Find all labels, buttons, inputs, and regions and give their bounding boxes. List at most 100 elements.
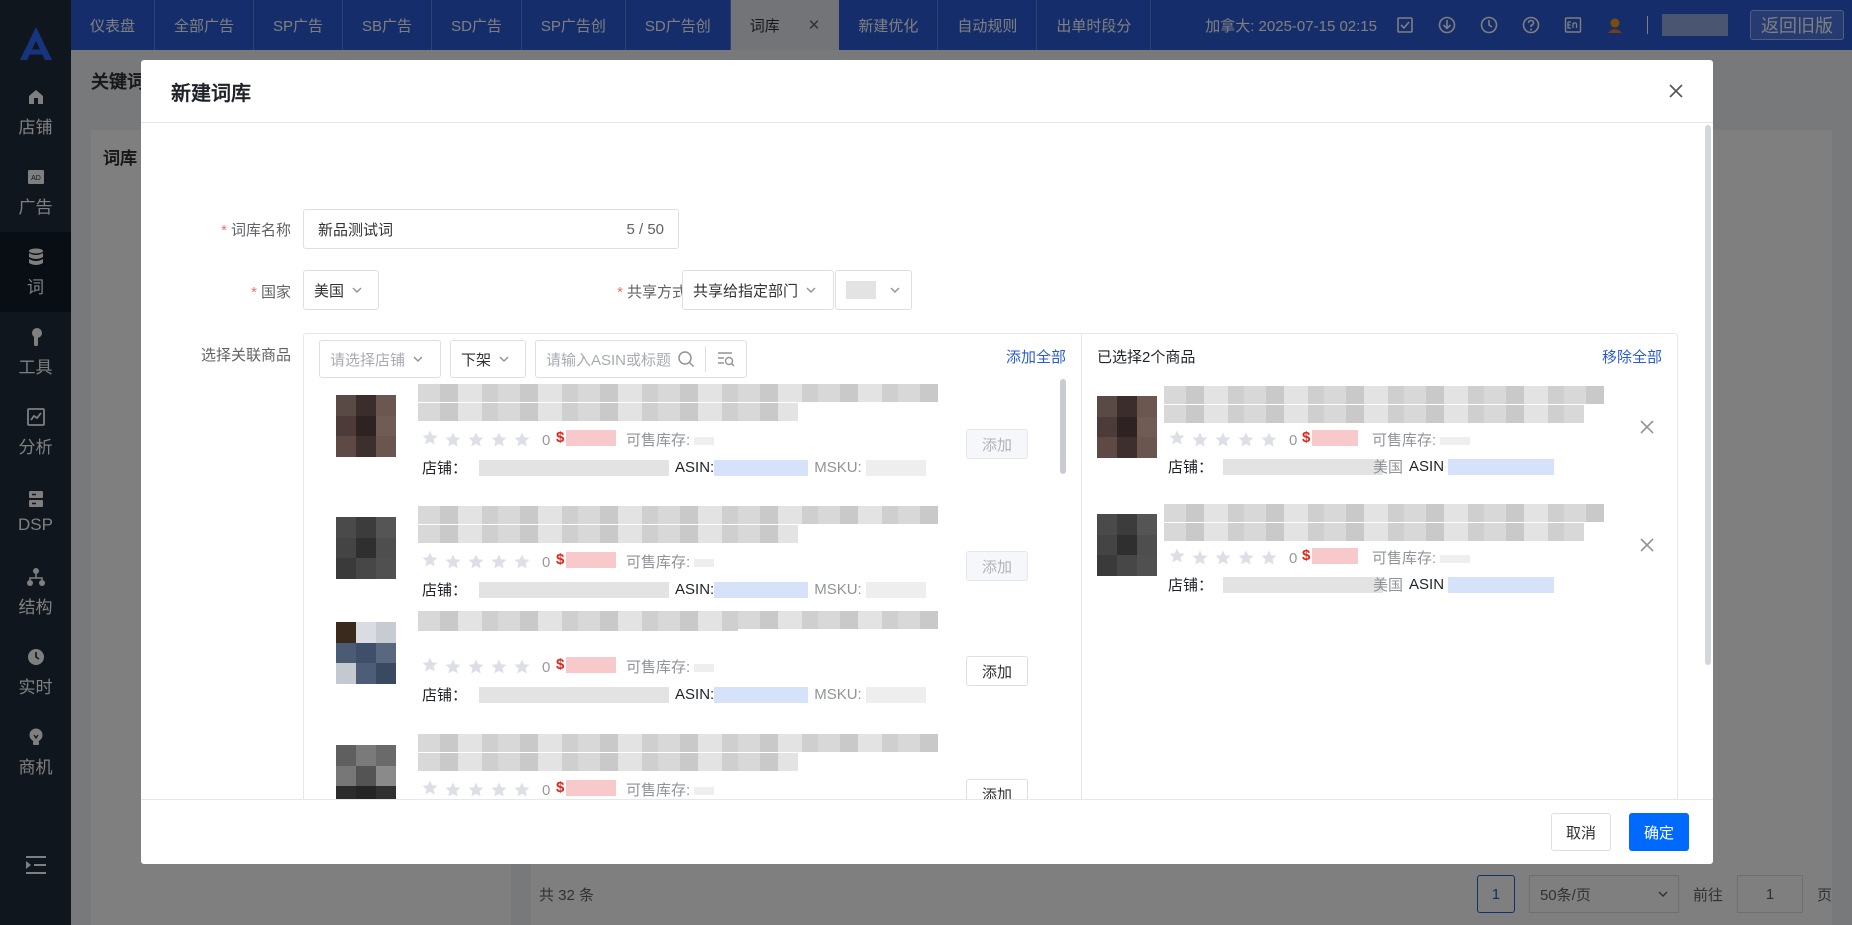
chevron-down-icon bbox=[352, 287, 362, 293]
share-mode-value: 共享给指定部门 bbox=[693, 282, 799, 300]
product-thumbnail bbox=[336, 517, 396, 579]
product-price: $ bbox=[1302, 547, 1359, 564]
product-thumbnail bbox=[1097, 514, 1157, 576]
library-name-value: 新品测试词 bbox=[318, 221, 394, 239]
star-icon bbox=[1168, 429, 1186, 451]
star-icon bbox=[421, 779, 439, 799]
products-label: 选择关联商品 bbox=[200, 347, 291, 364]
rating-value: 0 bbox=[542, 431, 551, 449]
product-row: 0 $ 可售库存: 店铺： ASIN: MSKU: 添加 bbox=[304, 384, 1064, 494]
dialog-body: * 词库名称 新品测试词 5 / 50 * 国家 美国 * 共享方式 共享给指定部门 bbox=[141, 123, 1713, 799]
product-price: $ bbox=[556, 779, 617, 796]
remove-product-icon[interactable] bbox=[1638, 418, 1656, 436]
country-select[interactable]: 美国 bbox=[303, 270, 379, 310]
product-thumbnail bbox=[336, 622, 396, 684]
add-product-button[interactable]: 添加 bbox=[966, 779, 1028, 799]
rating-value: 0 bbox=[1289, 431, 1298, 449]
product-price: $ bbox=[1302, 429, 1359, 446]
asin-search-placeholder: 请输入ASIN或标题 bbox=[546, 351, 672, 369]
name-char-count: 5 / 50 bbox=[626, 220, 664, 238]
search-icon[interactable] bbox=[677, 350, 695, 368]
product-thumbnail bbox=[336, 745, 396, 799]
product-row: 0 $ 可售库存: 店铺： ASIN: MSKU: 添加 bbox=[304, 611, 1064, 721]
product-title-blurred bbox=[418, 384, 938, 402]
close-icon[interactable] bbox=[1665, 80, 1687, 102]
stock-info: 可售库存: bbox=[1372, 429, 1471, 450]
selected-products-panel: 已选择2个商品 移除全部 0 $ 可售库存: 店铺： 美国 ASIN 0 $ 可售库存: 店铺… bbox=[1082, 334, 1677, 799]
product-title-blurred bbox=[418, 403, 798, 421]
product-price: $ bbox=[556, 551, 617, 568]
product-title-blurred bbox=[418, 734, 938, 752]
country-label: * 国家 bbox=[251, 284, 291, 301]
chevron-down-icon bbox=[499, 356, 509, 362]
country-value: 美国 bbox=[314, 282, 345, 300]
stock-info: 可售库存: bbox=[1372, 547, 1471, 568]
add-product-button[interactable]: 添加 bbox=[966, 429, 1028, 459]
product-list-panel: 请选择店铺 下架 请输入ASIN或标题 添加全部 0 $ 可售库存: 店铺： A… bbox=[304, 334, 1082, 799]
product-shop-line: 店铺： 美国 ASIN bbox=[1168, 456, 1555, 477]
selected-product-row: 0 $ 可售库存: 店铺： 美国 ASIN bbox=[1082, 504, 1672, 614]
selected-count-title: 已选择2个商品 bbox=[1097, 349, 1196, 366]
rating-value: 0 bbox=[542, 658, 551, 676]
product-thumbnail bbox=[1097, 396, 1157, 458]
store-select[interactable]: 请选择店铺 bbox=[319, 340, 441, 378]
stock-info: 可售库存: bbox=[626, 429, 715, 450]
remove-all-link[interactable]: 移除全部 bbox=[1602, 346, 1662, 367]
product-title-blurred bbox=[1164, 504, 1604, 522]
name-label: * 词库名称 bbox=[221, 222, 291, 239]
product-price: $ bbox=[556, 656, 617, 673]
product-shop-line: 店铺： ASIN: MSKU: bbox=[422, 684, 926, 705]
product-title-blurred bbox=[418, 753, 798, 771]
chevron-down-icon bbox=[806, 287, 816, 293]
chevron-down-icon bbox=[413, 356, 423, 362]
product-price: $ bbox=[556, 429, 617, 446]
add-product-button[interactable]: 添加 bbox=[966, 656, 1028, 686]
star-icon bbox=[421, 656, 439, 678]
product-title-blurred bbox=[418, 525, 798, 543]
dialog-title: 新建词库 bbox=[171, 82, 251, 105]
advanced-search-icon[interactable] bbox=[716, 350, 736, 368]
star-icon bbox=[421, 429, 439, 451]
rating-stars: 0 bbox=[1168, 429, 1297, 451]
add-product-button[interactable]: 添加 bbox=[966, 551, 1028, 581]
app-root: 店铺AD广告词工具分析DSP结构实时商机 仪表盘全部广告SP广告SB广告SD广告… bbox=[0, 0, 1852, 925]
rating-value: 0 bbox=[542, 781, 551, 799]
department-select[interactable] bbox=[835, 270, 912, 310]
status-value: 下架 bbox=[461, 351, 492, 369]
dialog-header: 新建词库 bbox=[141, 60, 1713, 123]
store-select-placeholder: 请选择店铺 bbox=[330, 351, 406, 369]
product-shop-line: 店铺： ASIN: MSKU: bbox=[422, 579, 926, 600]
status-select[interactable]: 下架 bbox=[450, 340, 526, 378]
stock-info: 可售库存: bbox=[626, 656, 715, 677]
product-title-blurred bbox=[418, 506, 938, 524]
stock-info: 可售库存: bbox=[626, 779, 715, 799]
share-mode-select[interactable]: 共享给指定部门 bbox=[682, 270, 834, 310]
product-title-blurred bbox=[1164, 386, 1604, 404]
product-title-blurred bbox=[418, 621, 738, 631]
rating-stars: 0 bbox=[1168, 547, 1297, 569]
rating-stars: 0 bbox=[421, 551, 550, 573]
add-all-link[interactable]: 添加全部 bbox=[1006, 346, 1066, 367]
library-name-input[interactable]: 新品测试词 5 / 50 bbox=[303, 209, 679, 249]
product-row: 0 $ 可售库存: 店铺： ASIN: MSKU: 添加 bbox=[304, 506, 1064, 616]
product-shop-line: 店铺： ASIN: MSKU: bbox=[422, 457, 926, 478]
product-shop-line: 店铺： 美国 ASIN bbox=[1168, 574, 1555, 595]
product-thumbnail bbox=[336, 395, 396, 457]
rating-value: 0 bbox=[1289, 549, 1298, 567]
dialog-scrollbar[interactable] bbox=[1705, 125, 1711, 665]
rating-stars: 0 bbox=[421, 656, 550, 678]
cancel-button[interactable]: 取消 bbox=[1551, 813, 1611, 851]
rating-stars: 0 bbox=[421, 429, 550, 451]
selected-product-row: 0 $ 可售库存: 店铺： 美国 ASIN bbox=[1082, 386, 1672, 496]
remove-product-icon[interactable] bbox=[1638, 536, 1656, 554]
product-row: 0$可售库存: 店铺：美国ASIN:MSKU添加 bbox=[304, 734, 1064, 799]
star-icon bbox=[1168, 547, 1186, 569]
asin-search-input[interactable]: 请输入ASIN或标题 bbox=[535, 340, 747, 378]
product-picker: 请选择店铺 下架 请输入ASIN或标题 添加全部 0 $ 可售库存: 店铺： A… bbox=[303, 333, 1678, 799]
department-value-blurred bbox=[846, 281, 876, 299]
confirm-button[interactable]: 确定 bbox=[1629, 813, 1689, 851]
dialog-footer: 取消 确定 bbox=[141, 799, 1713, 864]
new-library-dialog: 新建词库 * 词库名称 新品测试词 5 / 50 * 国家 美国 * 共享方式 共享给… bbox=[141, 60, 1713, 864]
rating-value: 0 bbox=[542, 553, 551, 571]
product-title-blurred bbox=[1164, 523, 1584, 541]
